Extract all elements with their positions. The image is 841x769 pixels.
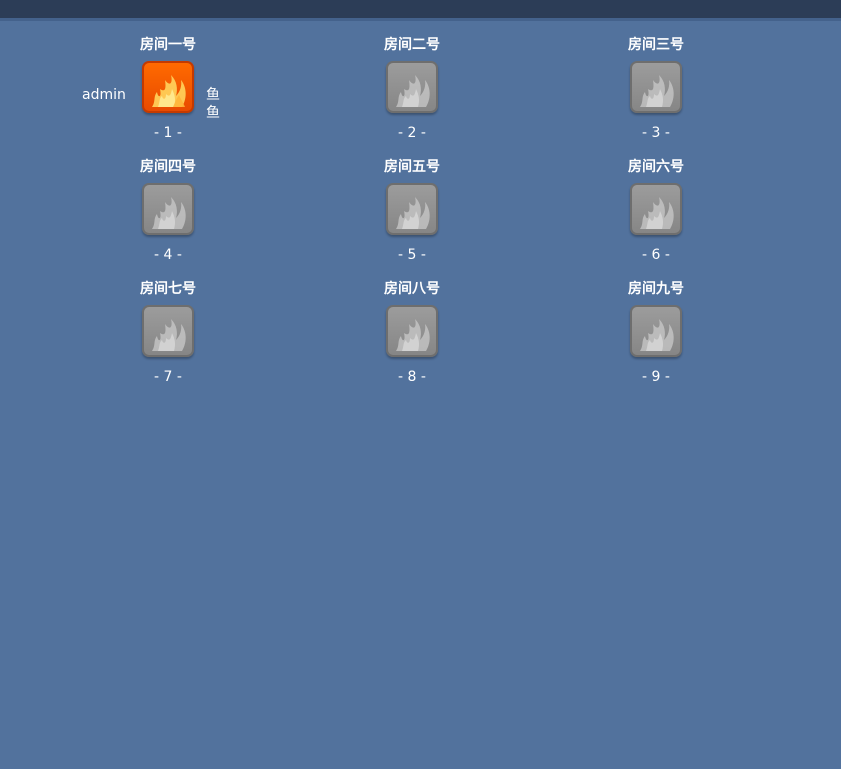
room-1: 房间一号 admin 鱼鱼 - 1 - [82,20,228,141]
room-5: 房间五号 - 5 - [352,142,472,263]
room-table-button[interactable] [142,305,194,357]
room-table-button[interactable] [630,61,682,113]
room-title: 房间八号 [384,281,440,297]
room-number: - 2 - [398,125,426,141]
room-7: 房间七号 - 7 - [108,264,228,385]
room-2: 房间二号 - 2 - [352,20,472,141]
room-number: - 8 - [398,369,426,385]
room-number: - 4 - [154,247,182,263]
room-number: - 7 - [154,369,182,385]
room-number: - 6 - [642,247,670,263]
top-bar [0,0,841,21]
flame-icon [640,197,674,229]
room-title: 房间三号 [628,37,684,53]
flame-icon [152,197,186,229]
flame-icon [640,319,674,351]
room-3: 房间三号 - 3 - [596,20,716,141]
flame-icon [640,75,674,107]
room-6: 房间六号 - 6 - [596,142,716,263]
room-table-button[interactable] [630,183,682,235]
room-table-button[interactable] [386,305,438,357]
room-table-button[interactable] [630,305,682,357]
room-table-button[interactable] [142,183,194,235]
room-9: 房间九号 - 9 - [596,264,716,385]
room-title: 房间九号 [628,281,684,297]
seat-left-player[interactable]: admin [82,86,126,104]
room-title: 房间六号 [628,159,684,175]
flame-icon [396,197,430,229]
seat-right-player[interactable]: 鱼鱼 [206,86,228,122]
room-4: 房间四号 - 4 - [108,142,228,263]
flame-icon [152,319,186,351]
room-number: - 3 - [642,125,670,141]
room-title: 房间七号 [140,281,196,297]
flame-icon [152,75,186,107]
room-title: 房间二号 [384,37,440,53]
room-title: 房间一号 [140,37,196,53]
flame-icon [396,319,430,351]
room-table-button[interactable] [142,61,194,113]
room-table-button[interactable] [386,183,438,235]
room-table-button[interactable] [386,61,438,113]
room-number: - 1 - [154,125,182,141]
room-title: 房间四号 [140,159,196,175]
flame-icon [396,75,430,107]
room-title: 房间五号 [384,159,440,175]
room-number: - 9 - [642,369,670,385]
room-number: - 5 - [398,247,426,263]
room-8: 房间八号 - 8 - [352,264,472,385]
